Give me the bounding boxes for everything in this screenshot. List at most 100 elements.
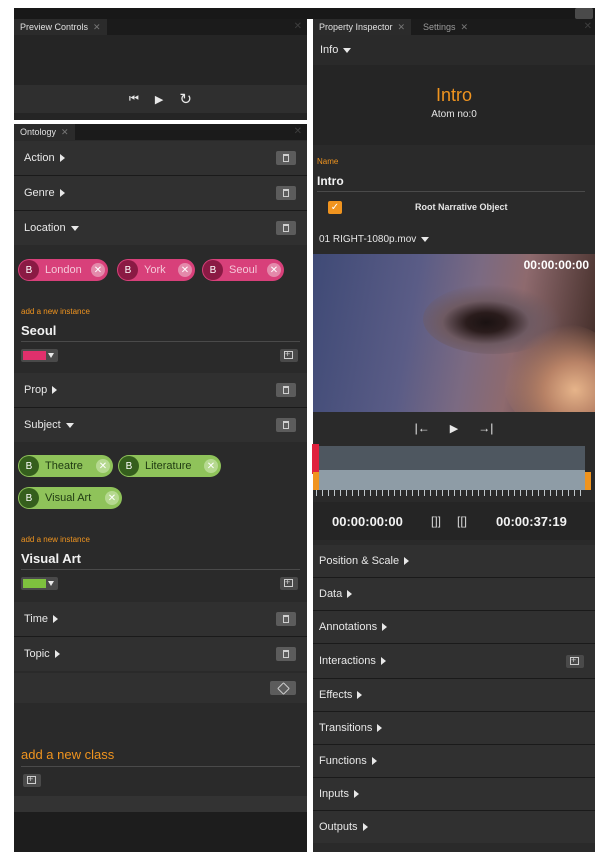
instance-input[interactable]: Visual Art bbox=[21, 551, 81, 566]
instance-chip-london[interactable]: B London ✕ bbox=[18, 259, 108, 281]
section-position-scale[interactable]: Position & Scale bbox=[313, 545, 595, 577]
class-label: Prop bbox=[24, 384, 48, 396]
section-annotations[interactable]: Annotations bbox=[313, 611, 595, 643]
add-instance-button[interactable] bbox=[280, 577, 298, 590]
remove-icon[interactable]: ✕ bbox=[91, 263, 105, 277]
instance-chip-york[interactable]: B York ✕ bbox=[117, 259, 195, 281]
caret-right-icon[interactable] bbox=[59, 189, 65, 197]
caret-right-icon bbox=[382, 623, 388, 631]
timeline[interactable] bbox=[312, 444, 595, 502]
section-label: Functions bbox=[319, 755, 367, 767]
trash-icon[interactable] bbox=[276, 647, 296, 661]
ontology-footer bbox=[14, 796, 307, 812]
play-button[interactable]: ▶ bbox=[155, 93, 163, 106]
playhead[interactable] bbox=[312, 444, 319, 474]
caret-right-icon[interactable] bbox=[54, 650, 60, 658]
section-effects[interactable]: Effects bbox=[313, 679, 595, 711]
class-row-topic[interactable]: Topic bbox=[14, 637, 307, 671]
remove-icon[interactable]: ✕ bbox=[204, 459, 218, 473]
class-row-prop[interactable]: Prop bbox=[14, 373, 307, 407]
close-icon[interactable]: ✕ bbox=[61, 127, 69, 137]
section-label: Inputs bbox=[319, 788, 349, 800]
trash-icon[interactable] bbox=[276, 383, 296, 397]
video-preview[interactable]: 00:00:00:00 bbox=[313, 254, 595, 412]
section-transitions[interactable]: Transitions bbox=[313, 712, 595, 744]
trash-icon[interactable] bbox=[276, 612, 296, 626]
trash-icon[interactable] bbox=[276, 151, 296, 165]
class-row-action[interactable]: Action bbox=[14, 141, 307, 175]
caret-right-icon bbox=[353, 790, 359, 798]
badge: B bbox=[19, 456, 39, 476]
tab-settings[interactable]: Settings ✕ bbox=[417, 19, 475, 35]
name-input[interactable]: Intro bbox=[317, 174, 344, 188]
color-swatch bbox=[23, 579, 46, 588]
panel-close-icon[interactable]: ✕ bbox=[294, 19, 302, 35]
tab-preview-controls[interactable]: Preview Controls ✕ bbox=[14, 19, 107, 35]
set-in-button[interactable]: []] bbox=[431, 514, 441, 528]
section-data[interactable]: Data bbox=[313, 578, 595, 610]
close-icon[interactable]: ✕ bbox=[461, 22, 469, 32]
panel-close-icon[interactable]: ✕ bbox=[294, 124, 302, 140]
caret-right-icon[interactable] bbox=[59, 154, 65, 162]
info-section-header[interactable]: Info bbox=[313, 35, 595, 65]
class-row-subject[interactable]: Subject bbox=[14, 408, 307, 442]
section-label: Interactions bbox=[319, 655, 376, 667]
instance-chip-seoul[interactable]: B Seoul ✕ bbox=[202, 259, 284, 281]
in-marker[interactable] bbox=[313, 472, 319, 490]
tab-property-inspector[interactable]: Property Inspector ✕ bbox=[313, 19, 412, 35]
video-transport: |← ▶ →| bbox=[313, 412, 595, 444]
color-picker[interactable] bbox=[21, 349, 58, 362]
object-title: Intro bbox=[435, 85, 473, 105]
trash-icon[interactable] bbox=[276, 418, 296, 432]
set-out-button[interactable]: [[] bbox=[457, 514, 467, 528]
caret-down-icon[interactable] bbox=[65, 422, 74, 428]
instance-chip-visual-art[interactable]: B Visual Art ✕ bbox=[18, 487, 122, 509]
skip-to-start-button[interactable]: ⏮ bbox=[129, 93, 139, 106]
section-label: Annotations bbox=[319, 621, 378, 633]
trash-icon[interactable] bbox=[276, 221, 296, 235]
media-file-select[interactable]: 01 RIGHT-1080p.mov bbox=[313, 224, 595, 254]
close-icon[interactable]: ✕ bbox=[398, 22, 406, 32]
tab-label: Settings bbox=[423, 22, 456, 32]
add-instance-label: add a new instance bbox=[21, 535, 90, 544]
out-marker[interactable] bbox=[585, 472, 591, 490]
section-inputs[interactable]: Inputs bbox=[313, 778, 595, 810]
jump-to-start-button[interactable]: |← bbox=[415, 421, 430, 435]
trash-icon[interactable] bbox=[276, 186, 296, 200]
play-button[interactable]: ▶ bbox=[450, 422, 458, 435]
preview-tab-bar: Preview Controls ✕ ✕ bbox=[14, 19, 307, 35]
color-picker[interactable] bbox=[21, 577, 58, 590]
section-outputs[interactable]: Outputs bbox=[313, 811, 595, 843]
instance-input[interactable]: Seoul bbox=[21, 323, 56, 338]
remove-icon[interactable]: ✕ bbox=[96, 459, 110, 473]
caret-right-icon[interactable] bbox=[53, 615, 59, 623]
tab-label: Ontology bbox=[20, 127, 57, 137]
panel-close-icon[interactable]: ✕ bbox=[584, 19, 592, 35]
section-interactions[interactable]: Interactions bbox=[313, 644, 595, 678]
root-narrative-label: Root Narrative Object bbox=[415, 202, 508, 212]
class-row-location[interactable]: Location bbox=[14, 211, 307, 245]
section-functions[interactable]: Functions bbox=[313, 745, 595, 777]
add-interaction-button[interactable] bbox=[566, 655, 584, 668]
caret-down-icon[interactable] bbox=[70, 225, 79, 231]
tab-ontology[interactable]: Ontology ✕ bbox=[14, 124, 75, 140]
remove-icon[interactable]: ✕ bbox=[267, 263, 281, 277]
remove-icon[interactable]: ✕ bbox=[105, 491, 119, 505]
caret-right-icon[interactable] bbox=[52, 386, 58, 394]
remove-icon[interactable]: ✕ bbox=[178, 263, 192, 277]
add-instance-button[interactable] bbox=[280, 349, 298, 362]
add-class-button[interactable] bbox=[23, 774, 41, 787]
ontology-panel: Ontology ✕ ✕ Action Genre Location B Lond… bbox=[14, 124, 307, 852]
chip-label: Literature bbox=[145, 460, 192, 472]
tag-icon[interactable] bbox=[270, 681, 296, 695]
class-row-time[interactable]: Time bbox=[14, 602, 307, 636]
class-row-genre[interactable]: Genre bbox=[14, 176, 307, 210]
root-narrative-checkbox[interactable]: ✓ bbox=[328, 201, 342, 214]
start-timecode: 00:00:00:00 bbox=[332, 514, 403, 529]
monitor-icon[interactable] bbox=[575, 8, 593, 19]
instance-chip-literature[interactable]: B Literature ✕ bbox=[118, 455, 221, 477]
instance-chip-theatre[interactable]: B Theatre ✕ bbox=[18, 455, 113, 477]
close-icon[interactable]: ✕ bbox=[93, 22, 101, 32]
jump-to-end-button[interactable]: →| bbox=[478, 421, 493, 435]
replay-button[interactable]: ↻ bbox=[179, 90, 192, 108]
